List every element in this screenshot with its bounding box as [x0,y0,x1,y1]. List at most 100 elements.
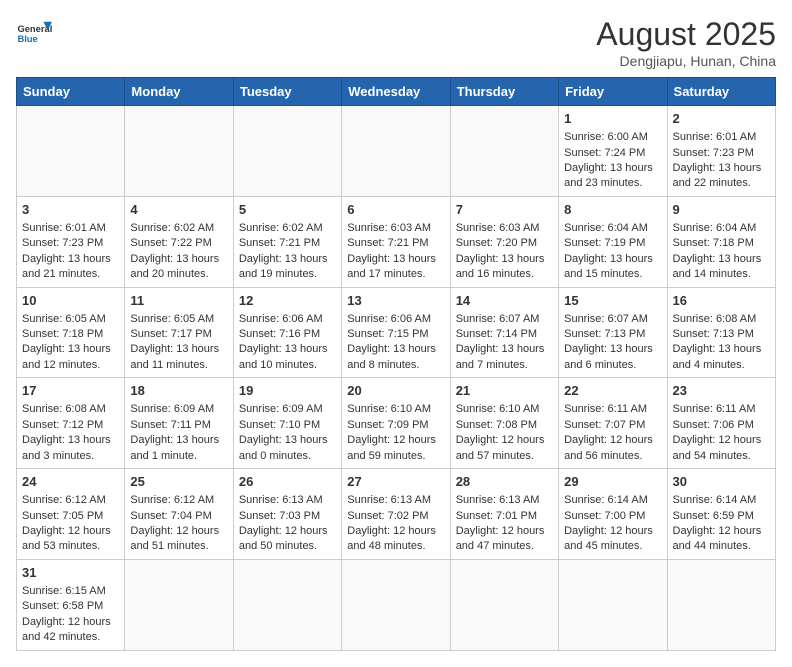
day-info: Sunrise: 6:08 AM Sunset: 7:13 PM Dayligh… [673,313,762,371]
day-info: Sunrise: 6:11 AM Sunset: 7:06 PM Dayligh… [673,403,762,461]
calendar-cell: 11 Sunrise: 6:05 AM Sunset: 7:17 PM Dayli… [125,287,233,378]
calendar-cell [233,106,341,197]
day-number: 21 [456,382,553,400]
calendar-cell: 16 Sunrise: 6:08 AM Sunset: 7:13 PM Dayli… [667,287,775,378]
calendar-cell: 31 Sunrise: 6:15 AM Sunset: 6:58 PM Dayli… [17,559,125,650]
calendar-week-row: 3 Sunrise: 6:01 AM Sunset: 7:23 PM Daylig… [17,196,776,287]
day-info: Sunrise: 6:02 AM Sunset: 7:22 PM Dayligh… [130,222,219,280]
calendar-cell: 29 Sunrise: 6:14 AM Sunset: 7:00 PM Dayli… [559,469,667,560]
day-info: Sunrise: 6:02 AM Sunset: 7:21 PM Dayligh… [239,222,328,280]
calendar-cell [667,559,775,650]
day-info: Sunrise: 6:07 AM Sunset: 7:13 PM Dayligh… [564,313,653,371]
calendar-header-row: SundayMondayTuesdayWednesdayThursdayFrid… [17,78,776,106]
calendar-cell [559,559,667,650]
day-number: 29 [564,473,661,491]
day-info: Sunrise: 6:05 AM Sunset: 7:17 PM Dayligh… [130,313,219,371]
day-info: Sunrise: 6:06 AM Sunset: 7:15 PM Dayligh… [347,313,436,371]
day-number: 31 [22,564,119,582]
calendar-cell: 27Sunrise: 6:13 AM Sunset: 7:02 PM Dayli… [342,469,450,560]
calendar-cell [342,559,450,650]
day-info: Sunrise: 6:09 AM Sunset: 7:11 PM Dayligh… [130,403,219,461]
day-info: Sunrise: 6:03 AM Sunset: 7:21 PM Dayligh… [347,222,436,280]
calendar-cell: 1Sunrise: 6:00 AM Sunset: 7:24 PM Daylig… [559,106,667,197]
calendar-cell: 23 Sunrise: 6:11 AM Sunset: 7:06 PM Dayli… [667,378,775,469]
day-info: Sunrise: 6:14 AM Sunset: 6:59 PM Dayligh… [673,494,762,552]
calendar-cell: 3 Sunrise: 6:01 AM Sunset: 7:23 PM Daylig… [17,196,125,287]
day-info: Sunrise: 6:06 AM Sunset: 7:16 PM Dayligh… [239,313,328,371]
calendar-cell: 17 Sunrise: 6:08 AM Sunset: 7:12 PM Dayli… [17,378,125,469]
weekday-header: Saturday [667,78,775,106]
day-number: 15 [564,292,661,310]
day-info: Sunrise: 6:01 AM Sunset: 7:23 PM Dayligh… [22,222,111,280]
calendar-cell: 19 Sunrise: 6:09 AM Sunset: 7:10 PM Dayli… [233,378,341,469]
calendar-week-row: 10 Sunrise: 6:05 AM Sunset: 7:18 PM Dayli… [17,287,776,378]
day-info: Sunrise: 6:14 AM Sunset: 7:00 PM Dayligh… [564,494,653,552]
day-number: 3 [22,201,119,219]
day-info: Sunrise: 6:00 AM Sunset: 7:24 PM Dayligh… [564,131,653,189]
calendar-week-row: 24Sunrise: 6:12 AM Sunset: 7:05 PM Dayli… [17,469,776,560]
day-number: 18 [130,382,227,400]
day-info: Sunrise: 6:04 AM Sunset: 7:19 PM Dayligh… [564,222,653,280]
day-info: Sunrise: 6:09 AM Sunset: 7:10 PM Dayligh… [239,403,328,461]
calendar-week-row: 1Sunrise: 6:00 AM Sunset: 7:24 PM Daylig… [17,106,776,197]
calendar-cell [342,106,450,197]
weekday-header: Sunday [17,78,125,106]
day-number: 17 [22,382,119,400]
day-number: 30 [673,473,770,491]
subtitle: Dengjiapu, Hunan, China [596,53,776,69]
calendar-cell: 5Sunrise: 6:02 AM Sunset: 7:21 PM Daylig… [233,196,341,287]
day-number: 23 [673,382,770,400]
day-number: 22 [564,382,661,400]
calendar-cell: 8Sunrise: 6:04 AM Sunset: 7:19 PM Daylig… [559,196,667,287]
calendar-cell: 15 Sunrise: 6:07 AM Sunset: 7:13 PM Dayli… [559,287,667,378]
calendar-cell [450,106,558,197]
day-number: 14 [456,292,553,310]
calendar-cell: 4 Sunrise: 6:02 AM Sunset: 7:22 PM Daylig… [125,196,233,287]
day-info: Sunrise: 6:04 AM Sunset: 7:18 PM Dayligh… [673,222,762,280]
calendar-cell: 13Sunrise: 6:06 AM Sunset: 7:15 PM Dayli… [342,287,450,378]
day-info: Sunrise: 6:13 AM Sunset: 7:03 PM Dayligh… [239,494,328,552]
day-number: 4 [130,201,227,219]
header: General Blue August 2025 Dengjiapu, Huna… [16,16,776,69]
day-info: Sunrise: 6:15 AM Sunset: 6:58 PM Dayligh… [22,585,111,643]
day-info: Sunrise: 6:01 AM Sunset: 7:23 PM Dayligh… [673,131,762,189]
day-info: Sunrise: 6:13 AM Sunset: 7:01 PM Dayligh… [456,494,545,552]
calendar-cell [125,559,233,650]
day-number: 28 [456,473,553,491]
calendar-week-row: 17 Sunrise: 6:08 AM Sunset: 7:12 PM Dayli… [17,378,776,469]
calendar-cell [450,559,558,650]
day-info: Sunrise: 6:08 AM Sunset: 7:12 PM Dayligh… [22,403,111,461]
calendar-cell: 28 Sunrise: 6:13 AM Sunset: 7:01 PM Dayli… [450,469,558,560]
day-number: 16 [673,292,770,310]
weekday-header: Monday [125,78,233,106]
weekday-header: Thursday [450,78,558,106]
day-info: Sunrise: 6:05 AM Sunset: 7:18 PM Dayligh… [22,313,111,371]
calendar-cell [233,559,341,650]
weekday-header: Tuesday [233,78,341,106]
calendar-cell: 10 Sunrise: 6:05 AM Sunset: 7:18 PM Dayli… [17,287,125,378]
calendar-cell: 9 Sunrise: 6:04 AM Sunset: 7:18 PM Daylig… [667,196,775,287]
calendar-cell: 21Sunrise: 6:10 AM Sunset: 7:08 PM Dayli… [450,378,558,469]
weekday-header: Friday [559,78,667,106]
day-number: 12 [239,292,336,310]
weekday-header: Wednesday [342,78,450,106]
calendar-cell: 18 Sunrise: 6:09 AM Sunset: 7:11 PM Dayli… [125,378,233,469]
day-number: 24 [22,473,119,491]
day-number: 2 [673,110,770,128]
day-number: 11 [130,292,227,310]
calendar-cell [17,106,125,197]
calendar: SundayMondayTuesdayWednesdayThursdayFrid… [16,77,776,651]
day-number: 19 [239,382,336,400]
calendar-body: 1Sunrise: 6:00 AM Sunset: 7:24 PM Daylig… [17,106,776,651]
day-number: 10 [22,292,119,310]
calendar-cell: 14 Sunrise: 6:07 AM Sunset: 7:14 PM Dayli… [450,287,558,378]
calendar-cell: 24Sunrise: 6:12 AM Sunset: 7:05 PM Dayli… [17,469,125,560]
day-info: Sunrise: 6:07 AM Sunset: 7:14 PM Dayligh… [456,313,545,371]
month-title: August 2025 [596,16,776,53]
day-number: 9 [673,201,770,219]
day-number: 26 [239,473,336,491]
day-number: 20 [347,382,444,400]
day-number: 6 [347,201,444,219]
day-info: Sunrise: 6:10 AM Sunset: 7:09 PM Dayligh… [347,403,436,461]
title-area: August 2025 Dengjiapu, Hunan, China [596,16,776,69]
